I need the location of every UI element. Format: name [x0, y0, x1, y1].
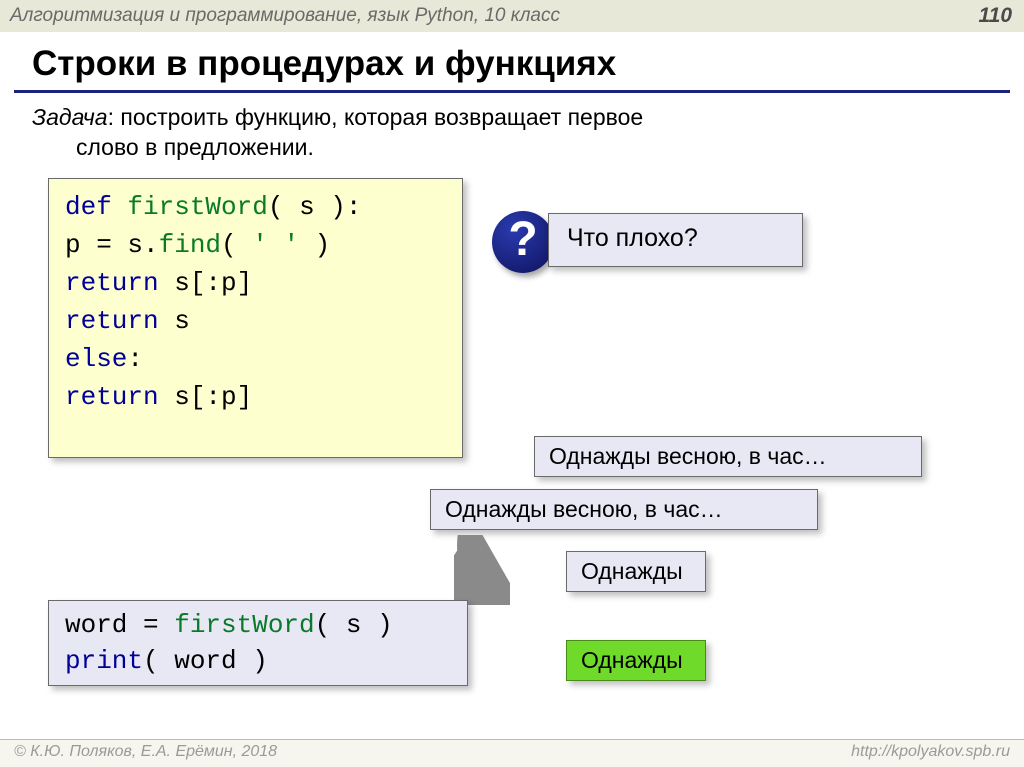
code-line-1: def firstWord( s ): — [65, 189, 462, 227]
copyright: © К.Ю. Поляков, Е.А. Ерёмин, 2018 — [14, 743, 277, 767]
sample-output-final: Однажды — [566, 640, 706, 681]
task-text: Задача: построить функцию, которая возвр… — [0, 93, 1024, 163]
slide-footer: © К.Ю. Поляков, Е.А. Ерёмин, 2018 http:/… — [0, 739, 1024, 767]
page-number: 110 — [979, 4, 1012, 28]
code2-line-1: word = firstWord( s ) — [65, 607, 467, 643]
slide-title: Строки в процедурах и функциях — [0, 32, 1024, 90]
code-line-3: return s[:p] — [65, 265, 462, 303]
code2-line-2: print( word ) — [65, 643, 467, 679]
code-line-4: return s — [65, 303, 462, 341]
task-part1: : построить функцию, которая возвращает … — [108, 104, 644, 130]
code-line-5: else: — [65, 341, 462, 379]
slide-header: Алгоритмизация и программирование, язык … — [0, 0, 1024, 32]
sample-input-2: Однажды весною, в час… — [430, 489, 818, 530]
code-function-def: def firstWord( s ): p = s.find( ' ' ) re… — [48, 178, 463, 458]
question-mark-icon: ? — [492, 211, 554, 273]
sample-input-1: Однажды весною, в час… — [534, 436, 922, 477]
code-line-2: p = s.find( ' ' ) — [65, 227, 462, 265]
task-label: Задача — [32, 104, 108, 130]
task-part2: слово в предложении. — [76, 133, 1024, 163]
footer-url: http://kpolyakov.spb.ru — [851, 743, 1010, 767]
code-usage: word = firstWord( s ) print( word ) — [48, 600, 468, 686]
code-line-6: return s[:p] — [65, 379, 462, 417]
question-box: Что плохо? — [548, 213, 803, 267]
arrow-down-icon — [454, 535, 510, 605]
sample-output-1: Однажды — [566, 551, 706, 592]
breadcrumb: Алгоритмизация и программирование, язык … — [10, 5, 560, 27]
